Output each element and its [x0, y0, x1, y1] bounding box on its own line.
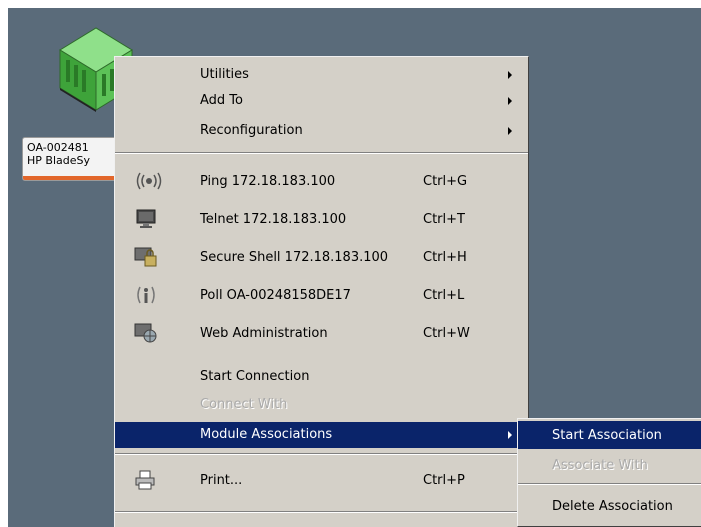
module-associations-submenu: Start Association Associate With Delete … [517, 418, 701, 527]
menu-item-shortcut: Ctrl+H [423, 250, 467, 265]
menu-item-poll[interactable]: Poll OA-00248158DE17 Ctrl+L [115, 277, 528, 315]
device-label-line1: OA-002481 [27, 141, 89, 154]
menu-item-utilities[interactable]: Utilities [115, 62, 528, 88]
submenu-item-label: Delete Association [552, 499, 673, 514]
ping-icon [134, 171, 162, 191]
device-label[interactable]: OA-002481 HP BladeSy [22, 137, 118, 181]
lock-monitor-icon [134, 247, 158, 267]
printer-icon [134, 470, 158, 490]
submenu-item-label: Associate With [552, 458, 648, 473]
menu-item-label: Secure Shell 172.18.183.100 [200, 250, 389, 265]
menu-item-label: Poll OA-00248158DE17 [200, 288, 351, 303]
web-admin-icon [134, 323, 158, 343]
menu-item-label: Reconfiguration [200, 123, 303, 138]
menu-item-shortcut: Ctrl+P [423, 473, 465, 488]
menu-separator [115, 511, 528, 513]
poll-icon [134, 285, 158, 305]
submenu-separator [518, 483, 701, 485]
submenu-arrow-icon [508, 431, 512, 439]
menu-item-secure-shell[interactable]: Secure Shell 172.18.183.100 Ctrl+H [115, 239, 528, 277]
menu-item-label: Ping 172.18.183.100 [200, 174, 336, 189]
submenu-arrow-icon [508, 127, 512, 135]
submenu-arrow-icon [508, 71, 512, 79]
menu-item-label: Module Associations [200, 427, 333, 442]
menu-item-web-administration[interactable]: Web Administration Ctrl+W [115, 315, 528, 353]
menu-item-reconfiguration[interactable]: Reconfiguration [115, 118, 528, 144]
menu-item-label: Utilities [200, 67, 249, 82]
device-label-accent [23, 176, 117, 180]
menu-separator [115, 152, 528, 154]
submenu-item-delete-association[interactable]: Delete Association [518, 492, 701, 520]
menu-item-label: Telnet 172.18.183.100 [200, 212, 347, 227]
menu-item-ping[interactable]: Ping 172.18.183.100 Ctrl+G [115, 163, 528, 201]
device-label-line2: HP BladeSy [27, 154, 90, 167]
submenu-item-label: Start Association [552, 428, 662, 443]
menu-item-label: Web Administration [200, 326, 328, 341]
menu-item-shortcut: Ctrl+G [423, 174, 468, 189]
menu-item-connect-with: Connect With [115, 392, 528, 418]
menu-item-shortcut: Ctrl+L [423, 288, 465, 303]
submenu-arrow-icon [508, 97, 512, 105]
menu-item-start-connection[interactable]: Start Connection [115, 364, 528, 390]
menu-item-telnet[interactable]: Telnet 172.18.183.100 Ctrl+T [115, 201, 528, 239]
menu-item-label: Add To [200, 93, 243, 108]
submenu-item-associate-with: Associate With [518, 451, 701, 479]
menu-item-label: Start Connection [200, 369, 310, 384]
menu-item-print[interactable]: Print... Ctrl+P [115, 462, 528, 500]
menu-item-label: Connect With [200, 397, 288, 412]
menu-item-shortcut: Ctrl+T [423, 212, 465, 227]
submenu-item-start-association[interactable]: Start Association [518, 421, 701, 449]
menu-item-label: Print... [200, 473, 243, 488]
menu-item-shortcut: Ctrl+W [423, 326, 470, 341]
menu-separator [115, 453, 528, 455]
monitor-icon [134, 209, 158, 229]
menu-item-add-to[interactable]: Add To [115, 88, 528, 114]
menu-item-module-associations[interactable]: Module Associations [115, 422, 528, 448]
context-menu: Utilities Add To Reconfiguration Ping 17… [114, 56, 529, 527]
